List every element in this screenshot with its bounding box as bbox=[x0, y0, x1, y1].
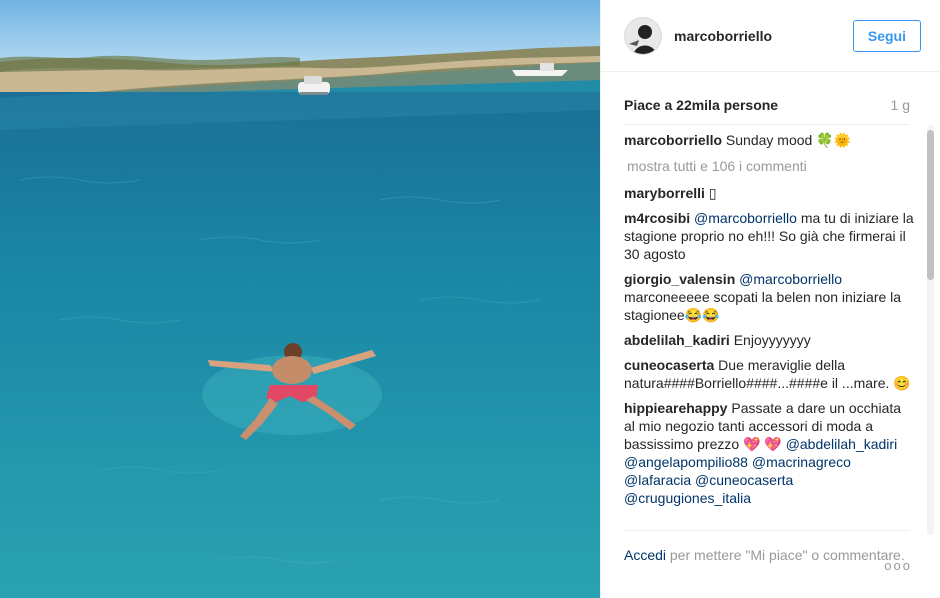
post-age[interactable]: 1 g bbox=[891, 97, 910, 113]
divider bbox=[624, 530, 910, 531]
follow-button[interactable]: Segui bbox=[852, 19, 921, 52]
divider bbox=[624, 124, 910, 125]
scrollbar-thumb[interactable] bbox=[927, 130, 934, 280]
caption-emoji: 🍀🌞 bbox=[816, 133, 852, 149]
sea-swimmer-image bbox=[0, 0, 600, 598]
comment: m4rcosibi @marcoborriello ma tu di inizi… bbox=[624, 209, 914, 263]
comment-mention-link[interactable]: @cuneocaserta bbox=[695, 472, 793, 488]
view-all-comments-link[interactable]: mostra tutti e 106 i commenti bbox=[627, 157, 914, 175]
comment-author[interactable]: maryborrelli bbox=[624, 185, 705, 201]
comment: cuneocaserta Due meraviglie della natura… bbox=[624, 356, 914, 392]
comment-author[interactable]: hippiearehappy bbox=[624, 400, 727, 416]
login-prompt-text: per mettere "Mi piace" o commentare. bbox=[666, 547, 905, 563]
comment-author[interactable]: giorgio_valensin bbox=[624, 271, 735, 287]
username-link[interactable]: marcoborriello bbox=[674, 28, 853, 44]
comment-mention-link[interactable]: @abdelilah_kadiri bbox=[786, 436, 898, 452]
post-sidebar: marcoborriello Segui Piace a 22mila pers… bbox=[600, 0, 940, 598]
caption: marcoborriello Sunday mood 🍀🌞 bbox=[624, 131, 914, 150]
likes-count[interactable]: Piace a 22mila persone bbox=[624, 97, 778, 113]
login-prompt: Accedi per mettere "Mi piace" o commenta… bbox=[624, 546, 918, 564]
caption-author[interactable]: marcoborriello bbox=[624, 132, 722, 148]
comment: hippiearehappy Passate a dare un occhiat… bbox=[624, 399, 914, 507]
comment: abdelilah_kadiri Enjoyyyyyyy bbox=[624, 331, 914, 349]
comments-scrollbar[interactable] bbox=[927, 125, 934, 535]
comment-mention-link[interactable]: @crugugiones_italia bbox=[624, 490, 751, 506]
avatar[interactable] bbox=[624, 16, 662, 55]
comment-author[interactable]: cuneocaserta bbox=[624, 357, 714, 373]
comment-mention-link[interactable]: @angelapompilio88 bbox=[624, 454, 748, 470]
likes-row: Piace a 22mila persone 1 g bbox=[624, 95, 910, 115]
comment: giorgio_valensin @marcoborriello marcone… bbox=[624, 270, 914, 324]
comment-text: Enjoyyyyyyy bbox=[733, 332, 811, 348]
more-options-icon[interactable]: ooo bbox=[884, 558, 912, 573]
caption-text: Sunday mood bbox=[725, 132, 813, 148]
comment-author[interactable]: m4rcosibi bbox=[624, 210, 690, 226]
comments-list: marcoborriello Sunday mood 🍀🌞 mostra tut… bbox=[624, 131, 914, 529]
comment-text: ▯ bbox=[708, 185, 717, 201]
comment-mention-link[interactable]: @lafaracia bbox=[624, 472, 691, 488]
comment-text: marconeeeee scopati la belen non iniziar… bbox=[624, 289, 902, 323]
comment-mention-link[interactable]: @macrinagreco bbox=[752, 454, 851, 470]
comment-mention-link[interactable]: @marcoborriello bbox=[694, 210, 797, 226]
comment: maryborrelli ▯ bbox=[624, 184, 914, 202]
comment-author[interactable]: abdelilah_kadiri bbox=[624, 332, 730, 348]
comment-mention-link[interactable]: @marcoborriello bbox=[739, 271, 842, 287]
post-photo[interactable] bbox=[0, 0, 600, 598]
profile-picture-icon bbox=[625, 17, 661, 54]
post-header: marcoborriello Segui bbox=[601, 0, 940, 72]
login-link[interactable]: Accedi bbox=[624, 547, 666, 563]
comment-thread: maryborrelli ▯ m4rcosibi @marcoborriello … bbox=[624, 184, 914, 507]
instagram-post-window: marcoborriello Segui Piace a 22mila pers… bbox=[0, 0, 940, 598]
